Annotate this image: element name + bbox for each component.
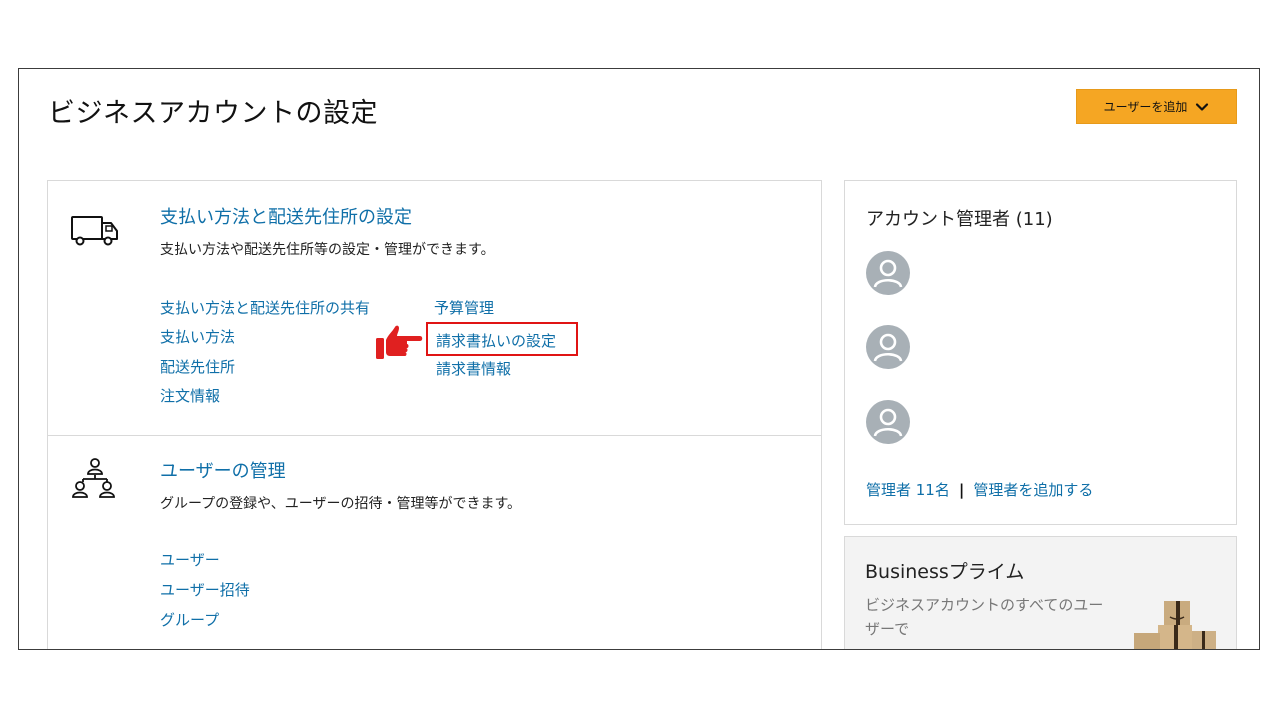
link-groups[interactable]: グループ	[160, 609, 219, 630]
shipping-boxes-image	[1134, 601, 1216, 649]
truck-icon	[71, 216, 118, 246]
link-shipping-addresses[interactable]: 配送先住所	[160, 356, 235, 377]
payment-section: 支払い方法と配送先住所の設定 支払い方法や配送先住所等の設定・管理ができます。 …	[48, 181, 821, 436]
admins-footer-separator: |	[958, 481, 965, 499]
payment-section-title[interactable]: 支払い方法と配送先住所の設定	[160, 203, 412, 229]
users-section-description: グループの登録や、ユーザーの招待・管理等ができます。	[160, 496, 522, 512]
business-prime-panel: Businessプライム ビジネスアカウントのすべてのユーザーで	[844, 536, 1237, 649]
link-payment-methods[interactable]: 支払い方法	[160, 326, 235, 347]
link-invoice-info[interactable]: 請求書情報	[436, 358, 511, 379]
link-order-info[interactable]: 注文情報	[160, 385, 220, 406]
users-section-title[interactable]: ユーザーの管理	[160, 457, 286, 483]
admins-count-link[interactable]: 管理者 11名	[866, 481, 950, 499]
admins-footer: 管理者 11名 | 管理者を追加する	[866, 479, 1093, 500]
pointing-hand-icon	[376, 325, 423, 359]
avatar-icon[interactable]	[866, 400, 910, 444]
settings-panel: 支払い方法と配送先住所の設定 支払い方法や配送先住所等の設定・管理ができます。 …	[47, 180, 822, 649]
link-invite-users[interactable]: ユーザー招待	[160, 579, 250, 600]
prime-description: ビジネスアカウントのすべてのユーザーで	[865, 596, 1104, 638]
link-users[interactable]: ユーザー	[160, 549, 220, 570]
prime-title: Businessプライム	[865, 561, 1025, 583]
admins-title: アカウント管理者 (11)	[866, 209, 1053, 230]
users-section: ユーザーの管理 グループの登録や、ユーザーの招待・管理等ができます。 ユーザー …	[48, 435, 821, 649]
page-title: ビジネスアカウントの設定	[48, 98, 378, 129]
user-network-icon	[72, 458, 115, 498]
avatar-icon[interactable]	[866, 325, 910, 369]
add-user-button[interactable]: ユーザーを追加	[1076, 89, 1237, 124]
payment-section-description: 支払い方法や配送先住所等の設定・管理ができます。	[160, 242, 495, 258]
settings-page-frame: ビジネスアカウントの設定 ユーザーを追加 支払い方法と配送先住所の設定 支払い方…	[18, 68, 1260, 650]
invoice-settings-highlight	[426, 322, 578, 356]
account-admins-panel: アカウント管理者 (11) 管理者 11名 | 管理者を追加する	[844, 180, 1237, 525]
add-user-button-label: ユーザーを追加	[1103, 100, 1188, 114]
chevron-down-icon	[1196, 102, 1209, 111]
link-budget-management[interactable]: 予算管理	[434, 297, 494, 318]
add-admin-link[interactable]: 管理者を追加する	[973, 481, 1093, 499]
avatar-icon[interactable]	[866, 251, 910, 295]
link-share-payment-address[interactable]: 支払い方法と配送先住所の共有	[160, 297, 370, 318]
